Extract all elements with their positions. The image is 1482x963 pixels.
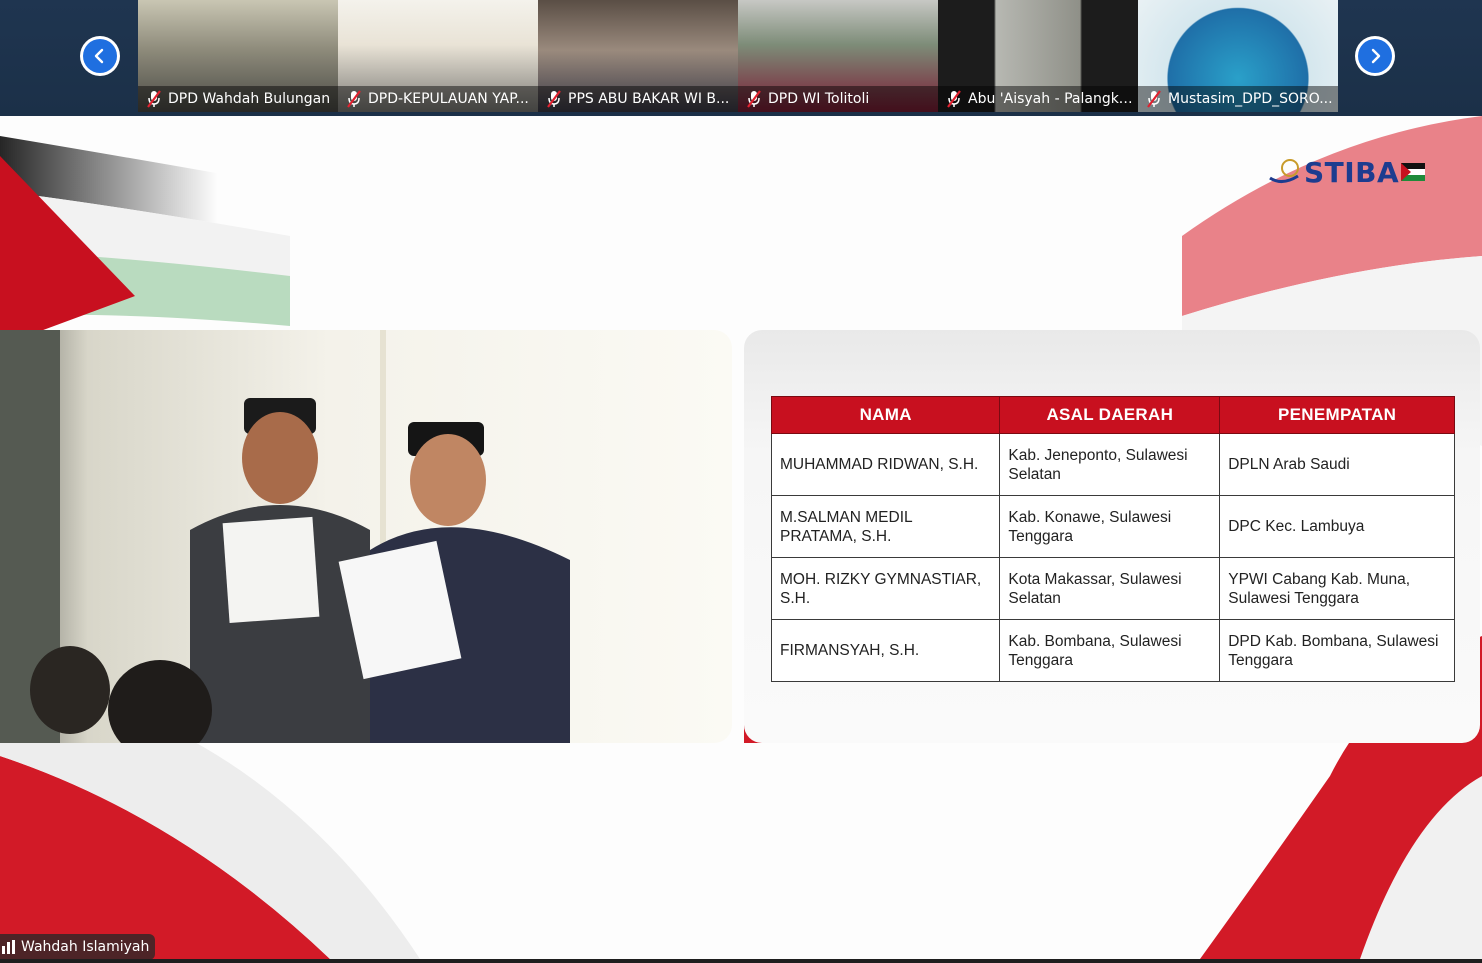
table-row: M.SALMAN MEDIL PRATAMA, S.H. Kab. Konawe… (770, 495, 1455, 558)
participant-tile[interactable]: PPS ABU BAKAR WI B... (538, 0, 738, 112)
mic-off-icon (346, 90, 362, 108)
stiba-emblem-icon (1269, 159, 1299, 183)
cell-nama: MOH. RIZKY GYMNASTIAR, S.H. (770, 557, 1001, 620)
participant-tile[interactable]: DPD Wahdah Bulungan (138, 0, 338, 112)
mic-off-icon (1146, 90, 1162, 108)
cell-penempatan: DPC Kec. Lambuya (1219, 495, 1455, 558)
table-row: MUHAMMAD RIDWAN, S.H. Kab. Jeneponto, Su… (770, 433, 1455, 496)
table-header-row: NAMA ASAL DAERAH PENEMPATAN (770, 396, 1455, 434)
cell-asal-daerah: Kab. Konawe, Sulawesi Tenggara (999, 495, 1221, 558)
table-row: FIRMANSYAH, S.H. Kab. Bombana, Sulawesi … (770, 619, 1455, 682)
mic-off-icon (146, 90, 162, 108)
mic-off-icon (546, 90, 562, 108)
participant-name: Mustasim_DPD_SORO... (1168, 91, 1333, 107)
participant-label: DPD WI Tolitoli (738, 86, 938, 112)
mic-off-icon (946, 90, 962, 108)
bottom-edge (0, 959, 1482, 963)
chevron-left-icon (83, 39, 117, 73)
audio-bars-icon (2, 940, 15, 954)
participant-label: PPS ABU BAKAR WI B... (538, 86, 738, 112)
cell-nama: M.SALMAN MEDIL PRATAMA, S.H. (770, 495, 1001, 558)
cell-asal-daerah: Kota Makassar, Sulawesi Selatan (999, 557, 1221, 620)
participant-tile[interactable]: DPD-KEPULAUAN YAP... (338, 0, 538, 112)
cell-penempatan: DPD Kab. Bombana, Sulawesi Tenggara (1219, 619, 1455, 682)
participant-name: DPD-KEPULAUAN YAP... (368, 91, 529, 107)
active-speaker-name: Wahdah Islamiyah (21, 939, 150, 955)
cell-nama: FIRMANSYAH, S.H. (770, 619, 1001, 682)
photo-illustration (0, 330, 570, 743)
previous-page-button[interactable] (80, 36, 120, 76)
participant-name: DPD Wahdah Bulungan (168, 91, 331, 107)
header-asal-daerah: ASAL DAERAH (999, 396, 1221, 434)
participant-name: DPD WI Tolitoli (768, 91, 870, 107)
participant-tile[interactable]: Mustasim_DPD_SORO... (1138, 0, 1338, 112)
participant-tile[interactable]: Abu 'Aisyah - Palangka... (938, 0, 1138, 112)
cell-asal-daerah: Kab. Bombana, Sulawesi Tenggara (999, 619, 1221, 682)
chevron-right-icon (1358, 39, 1392, 73)
shared-screen: STIBA NAMA ASAL DAERAH PENEMPATAN MUHAMM… (0, 116, 1482, 959)
mic-off-icon (746, 90, 762, 108)
placement-table-panel: NAMA ASAL DAERAH PENEMPATAN MUHAMMAD RID… (744, 330, 1480, 743)
cell-penempatan: DPLN Arab Saudi (1219, 433, 1455, 496)
participant-label: Mustasim_DPD_SORO... (1138, 86, 1338, 112)
stiba-logo-text: STIBA (1304, 155, 1400, 189)
participant-strip: DPD Wahdah Bulungan DPD-KEPULAUAN YAP...… (0, 0, 1482, 116)
cell-nama: MUHAMMAD RIDWAN, S.H. (770, 433, 1001, 496)
header-penempatan: PENEMPATAN (1219, 396, 1455, 434)
header-nama: NAMA (770, 396, 1001, 434)
placement-table: NAMA ASAL DAERAH PENEMPATAN MUHAMMAD RID… (770, 396, 1455, 682)
graduates-photo (0, 330, 732, 743)
participant-name: Abu 'Aisyah - Palangka... (968, 91, 1138, 107)
participant-label: Abu 'Aisyah - Palangka... (938, 86, 1138, 112)
participant-label: DPD Wahdah Bulungan (138, 86, 338, 112)
cell-penempatan: YPWI Cabang Kab. Muna, Sulawesi Tenggara (1219, 557, 1455, 620)
participant-tile[interactable]: DPD WI Tolitoli (738, 0, 938, 112)
palestine-flag-icon (1401, 163, 1426, 181)
active-speaker-label: Wahdah Islamiyah (0, 934, 156, 960)
next-page-button[interactable] (1355, 36, 1395, 76)
participant-label: DPD-KEPULAUAN YAP... (338, 86, 538, 112)
cell-asal-daerah: Kab. Jeneponto, Sulawesi Selatan (999, 433, 1221, 496)
participant-name: PPS ABU BAKAR WI B... (568, 91, 730, 107)
stiba-logo: STIBA (1268, 152, 1426, 192)
table-row: MOH. RIZKY GYMNASTIAR, S.H. Kota Makassa… (770, 557, 1455, 620)
participant-tiles: DPD Wahdah Bulungan DPD-KEPULAUAN YAP...… (138, 0, 1338, 112)
